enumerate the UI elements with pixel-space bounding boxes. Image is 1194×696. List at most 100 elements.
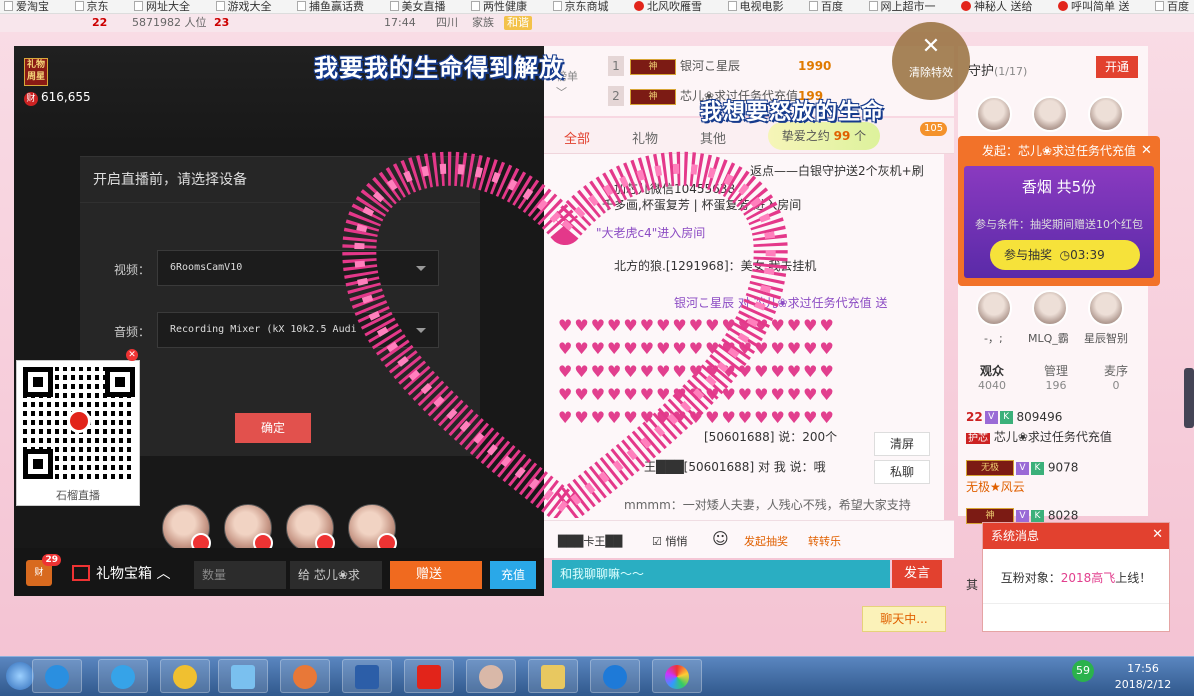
sysmsg-user[interactable]: 2018高飞 xyxy=(1061,571,1116,585)
bookmark[interactable]: 百度 xyxy=(805,0,843,13)
guard-avatar[interactable] xyxy=(976,96,1012,132)
rank-number: 1 xyxy=(608,56,624,76)
taskbar-clock[interactable]: 17:56 2018/2/12 xyxy=(1108,661,1178,693)
private-chat-button[interactable]: 私聊 xyxy=(874,460,930,484)
gift-box-button[interactable]: 礼物宝箱 ︿ xyxy=(72,563,170,583)
audience-user-id: 8028 xyxy=(1047,508,1079,523)
taskbar-app[interactable] xyxy=(218,659,268,693)
audience-row[interactable]: 护芯 芯儿❀求过任务代充值 xyxy=(966,428,1112,445)
recharge-button[interactable]: 充值 xyxy=(490,561,536,589)
coin-icon[interactable]: 财 29 xyxy=(26,554,61,586)
user-level: 22 xyxy=(92,16,108,29)
bookmark[interactable]: 百度 xyxy=(1151,0,1189,13)
bookmark[interactable]: 捕鱼赢话费 xyxy=(293,0,364,13)
audience-row[interactable]: 无极★风云 xyxy=(966,478,1025,495)
guard-avatar[interactable] xyxy=(1088,96,1124,132)
recipient-select[interactable]: 给 芯儿❀求 xyxy=(290,561,382,589)
tab-label: 观众 xyxy=(979,364,1004,378)
taskbar-app[interactable] xyxy=(280,659,330,693)
guard-name: MLQ_霸 xyxy=(1028,332,1069,345)
v-badge: V xyxy=(1016,461,1029,475)
guard-avatar[interactable] xyxy=(1032,290,1068,326)
sysmsg-title: 系统消息 xyxy=(983,523,1169,549)
bookmark[interactable]: 神秘人 送给 xyxy=(957,0,1033,13)
tab-managers[interactable]: 管理 196 xyxy=(1026,362,1086,392)
mic-avatar[interactable] xyxy=(224,504,273,553)
bookmark[interactable]: 网址大全 xyxy=(130,0,190,13)
taskbar-app[interactable] xyxy=(466,659,516,693)
rank-badge: 无极 xyxy=(966,460,1014,476)
bookmark[interactable]: 京东 xyxy=(71,0,109,13)
tab-mic-queue[interactable]: 麦序 0 xyxy=(1086,362,1146,392)
mic-avatar[interactable] xyxy=(286,504,335,553)
chat-input[interactable]: 和我聊聊嘛～～ xyxy=(552,560,890,588)
stream-time: 17:44 xyxy=(384,16,416,29)
recipient-name: 芯儿❀求 xyxy=(313,568,360,582)
quantity-input[interactable]: 数量 xyxy=(194,561,286,589)
guard-label: 守护 xyxy=(968,64,995,79)
v-badge: V xyxy=(1016,509,1029,523)
app-icon xyxy=(665,665,689,689)
whisper-checkbox[interactable]: ☑ 悄悄 xyxy=(652,533,687,549)
taskbar-app[interactable] xyxy=(590,659,640,693)
tray-badge[interactable]: 59 xyxy=(1072,660,1094,682)
audio-label: 音频： xyxy=(114,325,151,339)
qr-code-card[interactable]: 石榴直播 xyxy=(16,360,140,506)
guard-avatar[interactable] xyxy=(1088,290,1124,326)
taskbar-ie[interactable] xyxy=(32,659,82,693)
app-icon xyxy=(603,665,627,689)
bookmark[interactable]: 电视电影 xyxy=(724,0,784,13)
bookmark[interactable]: 北风吹雁雪 xyxy=(630,0,702,13)
lottery-title: 香烟 共5份 xyxy=(1021,178,1097,196)
spin-button[interactable]: 转转乐 xyxy=(808,533,841,549)
audience-row[interactable]: 无极 V K 9078 xyxy=(966,460,1078,476)
clear-effects-button[interactable]: ✕ 清除特效 xyxy=(892,22,970,100)
lottery-button[interactable]: 发起抽奖 xyxy=(744,533,788,549)
tab-audience[interactable]: 观众 4040 xyxy=(962,362,1022,392)
audience-tabs: 观众 4040 管理 196 麦序 0 xyxy=(958,356,1148,396)
bookmark[interactable]: 京东商城 xyxy=(549,0,609,13)
love-unit: 个 xyxy=(854,129,867,143)
confirm-button[interactable]: 确定 xyxy=(235,413,311,443)
open-guard-button[interactable]: 开通 xyxy=(1096,56,1138,78)
taskbar-app[interactable] xyxy=(342,659,392,693)
sysmsg-footer xyxy=(983,603,1169,631)
chatting-button[interactable]: 聊天中... xyxy=(862,606,946,632)
target-user[interactable]: ███卡王██ xyxy=(558,533,622,549)
bookmark[interactable]: 呼叫简单 送 xyxy=(1054,0,1130,13)
close-icon[interactable]: ✕ xyxy=(1141,143,1152,158)
audience-row[interactable]: 22 V K 809496 xyxy=(966,410,1062,424)
taskbar-app[interactable] xyxy=(404,659,454,693)
mic-avatar[interactable] xyxy=(162,504,211,553)
page-scrollbar[interactable] xyxy=(1184,368,1194,428)
guard-avatar[interactable] xyxy=(1032,96,1068,132)
bookmark[interactable]: 网上超市一 xyxy=(865,0,936,13)
close-icon[interactable]: ✕ xyxy=(1152,527,1163,542)
chevron-down-icon: ﹀ xyxy=(556,86,567,99)
audience-row[interactable]: 其 xyxy=(966,576,978,593)
taskbar-app[interactable] xyxy=(652,659,702,693)
tab-count: 0 xyxy=(1112,379,1120,392)
taskbar-ie2[interactable] xyxy=(160,659,210,693)
audio-device-value: Recording Mixer (kX 10k2.5 Audi xyxy=(170,324,357,335)
clock-icon: ◷ xyxy=(1059,248,1071,262)
bookmark[interactable]: 爱淘宝 xyxy=(0,0,49,13)
taskbar-folder[interactable] xyxy=(528,659,578,693)
app-icon xyxy=(293,665,317,689)
taskbar-browser[interactable] xyxy=(98,659,148,693)
gift-box-label: 礼物宝箱 xyxy=(96,566,152,582)
system-message-popup: 系统消息 ✕ 互粉对象：2018高飞上线！ xyxy=(982,522,1170,632)
bookmark[interactable]: 游戏大全 xyxy=(212,0,272,13)
rank-row[interactable]: 1 神银河こ星辰 1990 xyxy=(608,56,938,76)
audience-user: 芯儿❀求过任务代充值 xyxy=(993,430,1112,444)
send-message-button[interactable]: 发言 xyxy=(892,560,942,588)
guard-avatar[interactable] xyxy=(976,290,1012,326)
emoji-icon[interactable]: ☺ xyxy=(712,529,729,548)
close-icon[interactable]: ✕ xyxy=(126,349,138,361)
send-gift-button[interactable]: 赠送 xyxy=(390,561,482,589)
gift-star-badge[interactable]: 礼物周星 xyxy=(24,58,48,86)
join-lottery-button[interactable]: 参与抽奖 ◷03:39 xyxy=(990,240,1140,270)
bookmark[interactable]: 两性健康 xyxy=(467,0,527,13)
bookmark[interactable]: 美女直播 xyxy=(386,0,446,13)
clear-screen-button[interactable]: 清屏 xyxy=(874,432,930,456)
